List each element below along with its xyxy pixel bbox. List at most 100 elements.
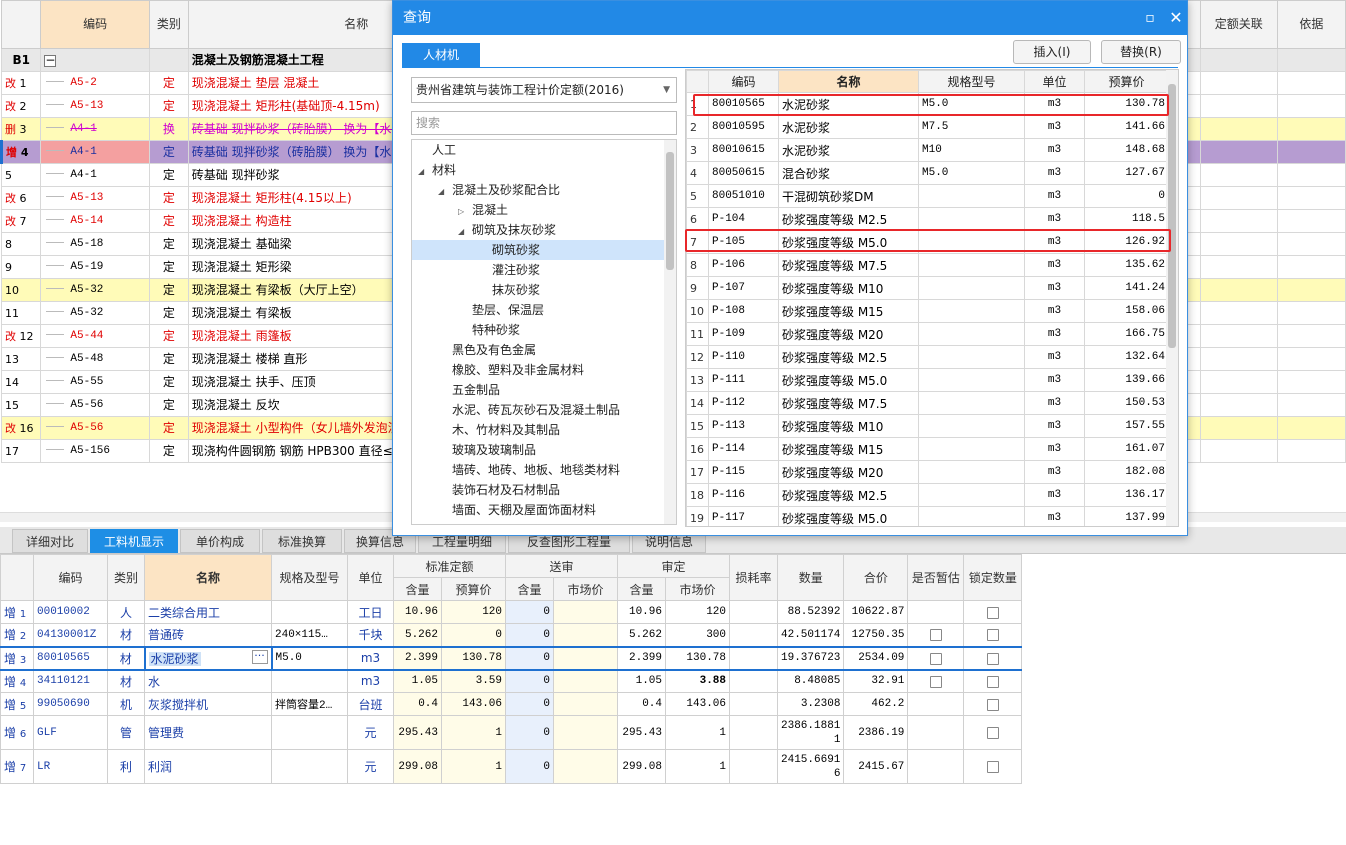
lock-checkbox[interactable]	[986, 727, 999, 739]
cell-unit[interactable]: m3	[1024, 138, 1085, 162]
tree-node[interactable]: 灌注砂浆	[412, 260, 664, 280]
resource-row[interactable]: 增 5 99050690 机灰浆搅拌机 拌筒容量2… 台班 0.4 143.06 0 0.4 14…	[0, 692, 1023, 716]
cell-send-qty[interactable]: 0	[505, 645, 554, 671]
cell-audit-qty[interactable]: 295.43	[617, 715, 666, 750]
maximize-icon[interactable]: ▫	[1138, 1, 1162, 35]
cell-basis[interactable]	[1276, 209, 1346, 233]
material-row[interactable]: 3 80010615 水泥砂浆 M10 m3 148.68	[686, 138, 1169, 162]
header-lock[interactable]: 锁定数量	[963, 554, 1023, 601]
tree-node[interactable]: ◢ 材料	[412, 160, 664, 180]
cell-name[interactable]: 砂浆强度等级 M15	[778, 437, 919, 461]
resource-row[interactable]: 增 6 GLF 管管理费元 295.43 1 0 295.43 1 2386.18811 2386…	[0, 715, 1023, 750]
cell-type[interactable]: 定	[148, 393, 189, 417]
cell-type[interactable]: 定	[148, 232, 189, 256]
cell-audit-qty[interactable]: 299.08	[617, 749, 666, 784]
header-std-qty[interactable]: 含量	[393, 577, 442, 601]
tree-scrollbar[interactable]	[664, 140, 676, 524]
cell-name[interactable]: 砂浆强度等级 M5.0	[778, 230, 919, 254]
material-row[interactable]: 14 P-112 砂浆强度等级 M7.5 m3 150.53	[686, 391, 1169, 415]
cell-std-price[interactable]: 1	[441, 715, 506, 750]
cell-rownum[interactable]: 8	[0, 232, 42, 256]
cell-unit[interactable]: m3	[1024, 460, 1085, 484]
cell-loss[interactable]	[729, 645, 778, 671]
cell-quota-link[interactable]	[1199, 393, 1278, 417]
close-icon[interactable]: ✕	[1164, 1, 1188, 35]
cell-quota-link[interactable]	[1199, 209, 1278, 233]
cell-rownum[interactable]: 改 12	[0, 324, 42, 348]
temp-checkbox[interactable]	[929, 629, 942, 642]
cell-rownum[interactable]: 10	[686, 299, 709, 323]
tree-node[interactable]: 抹灰砂浆	[412, 280, 664, 300]
cell-audit-qty[interactable]: 10.96	[617, 600, 666, 624]
cell-rownum[interactable]: 12	[686, 345, 709, 369]
cell-audit-price[interactable]: 1	[665, 749, 730, 784]
cell-name[interactable]: 砂浆强度等级 M7.5	[778, 253, 919, 277]
cell-audit-price[interactable]: 130.78	[665, 645, 730, 671]
cell-total[interactable]: 462.2	[843, 692, 909, 716]
cell-type[interactable]: 定	[148, 347, 189, 371]
cell-unit[interactable]: m3	[1024, 345, 1085, 369]
cell-code[interactable]: A5-32	[40, 301, 150, 325]
cell-count[interactable]: 2415.66916	[776, 749, 845, 784]
cell-name[interactable]: 水泥砂浆	[778, 92, 919, 116]
cell-basis[interactable]	[1276, 324, 1346, 348]
cell-code[interactable]: P-111	[708, 368, 779, 392]
cell-std-qty[interactable]: 5.262	[393, 623, 442, 647]
lock-checkbox[interactable]	[986, 675, 999, 688]
cell-temp[interactable]	[907, 715, 965, 750]
cell-std-qty[interactable]: 299.08	[393, 749, 442, 784]
cell-std-price[interactable]: 130.78	[441, 645, 506, 671]
cell-std-price[interactable]: 3.59	[441, 669, 506, 693]
cell-rownum[interactable]: 增 2	[0, 623, 34, 647]
material-row[interactable]: 19 P-117 砂浆强度等级 M5.0 m3 137.99	[686, 506, 1169, 526]
tree-node[interactable]: 垫层、保温层	[412, 300, 664, 320]
cell-unit[interactable]: m3	[1024, 322, 1085, 346]
cell-unit[interactable]: m3	[1024, 230, 1085, 254]
cell-code[interactable]: 80010595	[708, 115, 779, 139]
cell-spec[interactable]	[918, 184, 1025, 208]
cell-quota-link[interactable]	[1199, 255, 1278, 279]
library-select[interactable]: 贵州省建筑与装饰工程计价定额(2016) ▼	[411, 77, 677, 103]
cell-code[interactable]: A5-13	[40, 186, 150, 210]
cell-price[interactable]: 130.78	[1084, 92, 1169, 116]
cell-name[interactable]: 利润	[144, 749, 272, 784]
cell-loss[interactable]	[729, 600, 778, 624]
lock-checkbox[interactable]	[986, 761, 999, 773]
tree-scrollbar-thumb[interactable]	[666, 152, 674, 270]
cell-audit-qty[interactable]: 1.05	[617, 669, 666, 693]
cell-count[interactable]: 2386.18811	[776, 715, 845, 750]
cell-unit[interactable]: m3	[1024, 207, 1085, 231]
cell-std-price[interactable]: 1	[441, 749, 506, 784]
cell-quota-link[interactable]	[1199, 416, 1278, 440]
cell-unit[interactable]: m3	[1024, 368, 1085, 392]
cell-spec[interactable]: M5.0	[918, 161, 1025, 185]
cell-send-price[interactable]	[553, 669, 618, 693]
tree-node[interactable]: ◢ 混凝土及砂浆配合比	[412, 180, 664, 200]
material-row[interactable]: 12 P-110 砂浆强度等级 M2.5 m3 132.64	[686, 345, 1169, 369]
cell-total[interactable]: 10622.87	[843, 600, 909, 624]
cell-rownum[interactable]: 13	[686, 368, 709, 392]
cell-name[interactable]: 砂浆强度等级 M5.0	[778, 368, 919, 392]
lock-checkbox[interactable]	[986, 652, 999, 665]
tree-node[interactable]: 五金制品	[412, 380, 664, 400]
material-row[interactable]: 9 P-107 砂浆强度等级 M10 m3 141.24	[686, 276, 1169, 300]
cell-rownum[interactable]: 13	[0, 347, 42, 371]
cell-spec[interactable]	[918, 368, 1025, 392]
cell-price[interactable]: 118.5	[1084, 207, 1169, 231]
tree-node[interactable]: 黑色及有色金属	[412, 340, 664, 360]
cell-rownum[interactable]: 17	[686, 460, 709, 484]
cell-unit[interactable]: 台班	[347, 692, 394, 716]
cell-type[interactable]: 定	[148, 71, 189, 95]
material-row[interactable]: 15 P-113 砂浆强度等级 M10 m3 157.55	[686, 414, 1169, 438]
cell-code[interactable]: A5-56	[40, 416, 150, 440]
cell-lock[interactable]	[963, 600, 1023, 624]
cell-name[interactable]: 砂浆强度等级 M10	[778, 276, 919, 300]
cell-spec[interactable]: M10	[918, 138, 1025, 162]
cell-price[interactable]: 132.64	[1084, 345, 1169, 369]
cell-rownum[interactable]: 11	[0, 301, 42, 325]
cell-rownum[interactable]: 19	[686, 506, 709, 526]
tab-labor-material[interactable]: 人材机	[402, 43, 480, 67]
cell-spec[interactable]	[918, 437, 1025, 461]
tree-node[interactable]: 特种砂浆	[412, 320, 664, 340]
header-spec[interactable]: 规格型号	[918, 70, 1025, 93]
